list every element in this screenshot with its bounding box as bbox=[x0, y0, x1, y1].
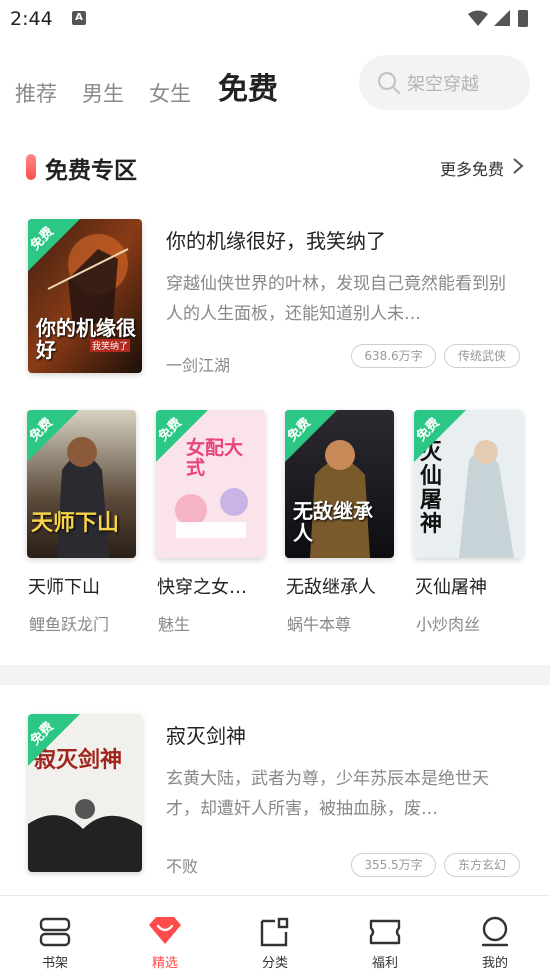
tab-free[interactable]: 免费 bbox=[218, 64, 278, 108]
tab-female[interactable]: 女生 bbox=[149, 78, 191, 108]
book-description: 玄黄大陆，武者为尊，少年苏辰本是绝世天才，却遭奸人所害，被抽血脉，废… bbox=[166, 769, 489, 819]
notification-icon: A bbox=[72, 11, 86, 25]
section-accent-bar bbox=[26, 154, 36, 180]
nav-label: 精选 bbox=[151, 956, 178, 971]
nav-bookshelf[interactable]: 书架 bbox=[0, 896, 110, 979]
top-tabs: 推荐 男生 女生 免费 架空穿越 bbox=[0, 55, 550, 115]
word-count-tag: 638.6万字 bbox=[351, 344, 436, 368]
word-count-tag: 355.5万字 bbox=[351, 853, 436, 877]
cover-title: 天师下山 bbox=[31, 510, 120, 536]
grid-book[interactable]: 女配大式 免费 快穿之女… 魅生 bbox=[156, 410, 265, 634]
featured-gem-icon bbox=[148, 916, 182, 952]
featured-book[interactable]: 你的机缘很好 我笑纳了 免费 你的机缘很好，我笑纳了 穿越仙侠世界的叶林，发现自… bbox=[0, 219, 550, 379]
chevron-right-icon[interactable] bbox=[512, 157, 524, 179]
book-author: 魅生 bbox=[158, 615, 191, 634]
section-divider bbox=[0, 665, 550, 685]
tab-recommend[interactable]: 推荐 bbox=[15, 78, 57, 108]
nav-featured[interactable]: 精选 bbox=[110, 896, 220, 979]
free-badge: 免费 bbox=[156, 410, 208, 462]
genre-tag[interactable]: 传统武侠 bbox=[444, 344, 520, 368]
book-title[interactable]: 无敌继承人 bbox=[286, 573, 376, 599]
nav-profile[interactable]: 我的 bbox=[440, 896, 550, 979]
book-description: 穿越仙侠世界的叶林，发现自己竟然能看到别人的人生面板，还能知道别人未… bbox=[166, 274, 506, 324]
cover-subtitle: 我笑纳了 bbox=[90, 339, 131, 352]
nav-label: 我的 bbox=[481, 956, 508, 971]
free-badge: 免费 bbox=[28, 714, 80, 766]
book-cover[interactable]: 灭仙屠神 免费 bbox=[414, 410, 523, 558]
book-title[interactable]: 寂灭剑神 bbox=[166, 720, 246, 749]
nav-category[interactable]: 分类 bbox=[220, 896, 330, 979]
signal-icon bbox=[494, 10, 510, 26]
book-cover[interactable]: 无敌继承人 免费 bbox=[285, 410, 394, 558]
nav-label: 分类 bbox=[261, 956, 288, 971]
free-badge: 免费 bbox=[28, 219, 80, 271]
genre-tag[interactable]: 东方玄幻 bbox=[444, 853, 520, 877]
ticket-icon bbox=[368, 916, 402, 952]
section-title: 免费专区 bbox=[45, 158, 137, 184]
status-bar: 2:44 A bbox=[0, 0, 550, 38]
book-author: 小炒肉丝 bbox=[416, 615, 481, 634]
category-icon bbox=[258, 916, 292, 952]
bookshelf-icon bbox=[38, 916, 72, 952]
book-author: 一剑江湖 bbox=[166, 356, 231, 375]
book-title[interactable]: 天师下山 bbox=[28, 573, 100, 599]
status-time: 2:44 bbox=[10, 8, 53, 30]
profile-icon bbox=[478, 916, 512, 952]
wifi-icon bbox=[468, 10, 488, 26]
book-cover[interactable]: 你的机缘很好 我笑纳了 免费 bbox=[28, 219, 142, 373]
search-box[interactable]: 架空穿越 bbox=[359, 55, 530, 110]
grid-book[interactable]: 无敌继承人 免费 无敌继承人 蜗牛本尊 bbox=[285, 410, 394, 634]
book-cover[interactable]: 寂灭剑神 免费 bbox=[28, 714, 142, 872]
book-cover[interactable]: 天师下山 免费 bbox=[27, 410, 136, 558]
system-icons bbox=[466, 8, 538, 32]
cover-title: 无敌继承人 bbox=[293, 499, 373, 545]
grid-book[interactable]: 天师下山 免费 天师下山 鲤鱼跃龙门 bbox=[27, 410, 136, 634]
book-title[interactable]: 快穿之女… bbox=[157, 573, 247, 599]
search-placeholder: 架空穿越 bbox=[407, 74, 479, 95]
book-author: 鲤鱼跃龙门 bbox=[29, 615, 110, 634]
grid-book[interactable]: 灭仙屠神 免费 灭仙屠神 小炒肉丝 bbox=[414, 410, 523, 634]
free-badge: 免费 bbox=[285, 410, 337, 462]
book-title[interactable]: 你的机缘很好，我笑纳了 bbox=[166, 225, 386, 254]
nav-label: 书架 bbox=[41, 956, 68, 971]
book-title[interactable]: 灭仙屠神 bbox=[415, 573, 487, 599]
free-badge: 免费 bbox=[414, 410, 466, 462]
tab-male[interactable]: 男生 bbox=[82, 78, 124, 108]
nav-welfare[interactable]: 福利 bbox=[330, 896, 440, 979]
book-author: 不败 bbox=[166, 857, 199, 876]
search-icon bbox=[377, 71, 401, 99]
book-cover[interactable]: 女配大式 免费 bbox=[156, 410, 265, 558]
battery-icon bbox=[518, 10, 528, 27]
nav-label: 福利 bbox=[371, 956, 398, 971]
bottom-nav: 书架 精选 分类 福利 我的 bbox=[0, 895, 550, 979]
section-header: 免费专区 更多免费 bbox=[0, 148, 550, 188]
featured-book[interactable]: 寂灭剑神 免费 寂灭剑神 玄黄大陆，武者为尊，少年苏辰本是绝世天才，却遭奸人所害… bbox=[0, 714, 550, 877]
free-badge: 免费 bbox=[27, 410, 79, 462]
more-free-link[interactable]: 更多免费 bbox=[440, 156, 504, 180]
book-author: 蜗牛本尊 bbox=[287, 615, 352, 634]
